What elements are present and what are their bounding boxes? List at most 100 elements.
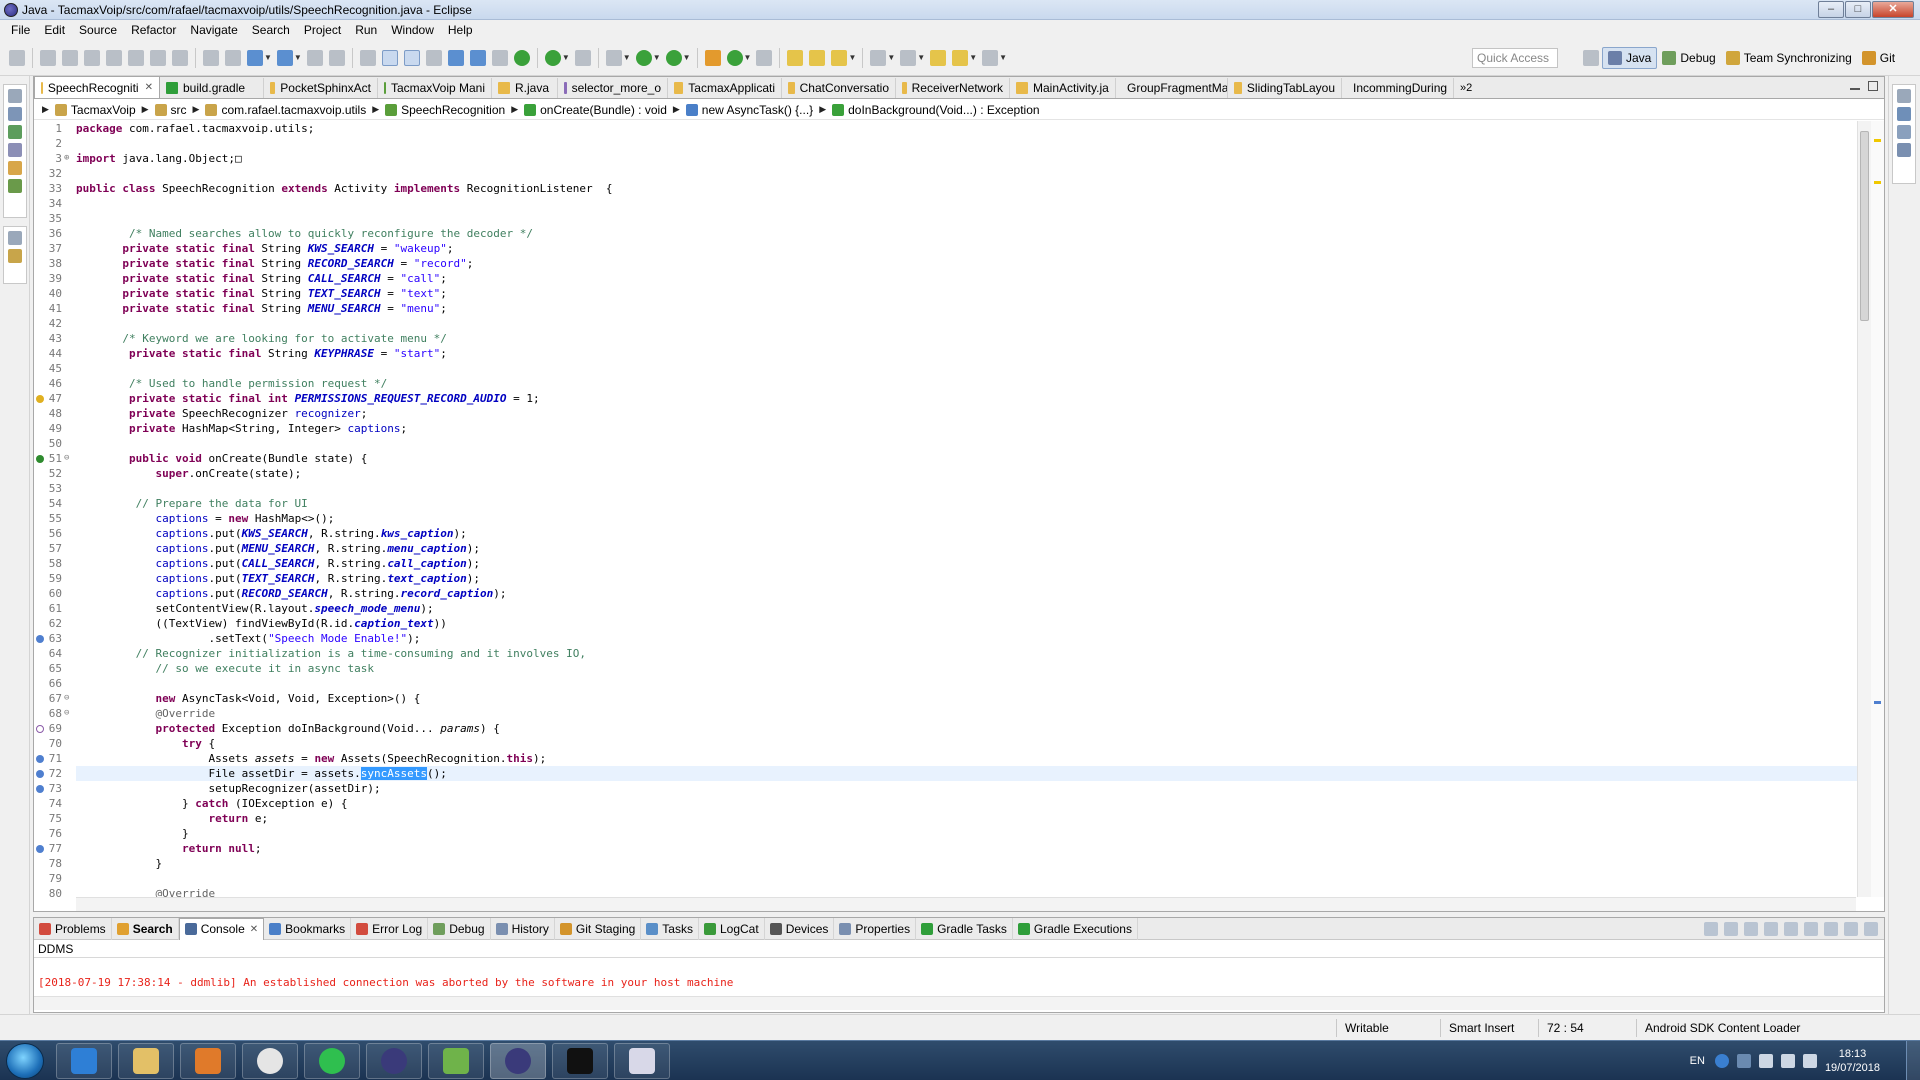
chevron-down-icon[interactable]: ▼ [848,53,856,62]
occurrence-marker-icon[interactable] [36,845,44,853]
chevron-right-icon[interactable]: ▶ [42,104,49,115]
volume-icon[interactable] [1802,1054,1817,1068]
code-line[interactable]: 53 [49,481,1884,496]
chevron-down-icon[interactable]: ▼ [623,53,631,62]
step-over-icon[interactable] [150,49,166,66]
taskbar-app[interactable] [552,1043,608,1079]
open-type-icon[interactable] [225,49,241,66]
taskbar-app[interactable] [242,1043,298,1079]
console-output[interactable]: [2018-07-19 17:38:14 - ddmlib] An establ… [38,976,733,989]
panel-tab-history[interactable]: History [491,917,555,940]
menu-window[interactable]: Window [384,23,441,37]
editor-tab[interactable]: MainActivity.ja [1010,78,1116,98]
code-line[interactable]: 63 .setText("Speech Mode Enable!"); [36,631,1884,646]
chevron-down-icon[interactable]: ▼ [653,53,661,62]
source-code[interactable]: 1 package com.rafael.tacmaxvoip.utils; 2 3 ⊕… [36,121,1884,897]
code-line[interactable]: 71 Assets assets = new Assets(SpeechReco… [36,751,1884,766]
download-icon[interactable] [491,49,508,66]
maximize-icon[interactable] [1864,922,1878,936]
code-line[interactable]: 32 [49,166,1884,181]
taskbar-app[interactable] [118,1043,174,1079]
perspective-team-synchronizing[interactable]: Team Synchronizing [1721,47,1857,69]
code-line[interactable]: 67 ⊖ new AsyncTask<Void, Void, Exception>… [49,691,1884,706]
show-desktop-button[interactable] [1906,1041,1920,1080]
minimize-icon[interactable] [1844,922,1858,936]
scroll-lock-icon[interactable] [1724,922,1738,936]
code-line[interactable]: 3 ⊕ import java.lang.Object;□ [55,151,1884,166]
breadcrumb-item[interactable]: onCreate(Bundle) : void [524,103,667,117]
chevron-down-icon[interactable]: ▼ [562,53,570,62]
save-all-icon[interactable] [328,49,345,66]
code-line[interactable]: 51 ⊖ public void onCreate(Bundle state) { [36,451,1884,466]
panel-tab-devices[interactable]: Devices [765,917,835,940]
code-line[interactable]: 76 } [49,826,1884,841]
editor-tab[interactable]: ReceiverNetwork [896,78,1010,98]
taskbar-app[interactable] [180,1043,236,1079]
code-line[interactable]: 68 ⊖ @Override [49,706,1884,721]
code-line[interactable]: 52 super.onCreate(state); [49,466,1884,481]
chevron-down-icon[interactable]: ▼ [999,53,1007,62]
editor-vertical-scrollbar[interactable] [1857,121,1871,897]
menu-navigate[interactable]: Navigate [183,23,244,37]
editor-tab[interactable]: PocketSphinxAct [264,78,378,98]
new-package-icon[interactable] [726,49,743,66]
code-line[interactable]: 34 [49,196,1884,211]
collapse-fold-icon[interactable]: ⊖ [64,451,69,466]
taskbar-app[interactable] [614,1043,670,1079]
code-line[interactable]: 65 // so we execute it in async task [49,661,1884,676]
menu-edit[interactable]: Edit [37,23,72,37]
minimize-button[interactable]: – [1818,1,1844,18]
restore-icon[interactable] [8,231,22,245]
collapse-fold-icon[interactable]: ⊖ [64,706,69,721]
resume-icon[interactable] [40,49,56,66]
menu-source[interactable]: Source [72,23,124,37]
chevron-down-icon[interactable]: ▼ [264,53,272,62]
occurrence-marker-icon[interactable] [36,755,44,763]
new-source-folder-icon[interactable] [756,49,773,66]
perspective-debug[interactable]: Debug [1657,47,1720,69]
open-perspective-icon[interactable] [1583,50,1599,66]
taskbar-app[interactable] [428,1043,484,1079]
collapse-fold-icon[interactable]: ⊖ [64,691,69,706]
code-line[interactable]: 44 private static final String KEYPHRASE… [49,346,1884,361]
open-console-icon[interactable] [1804,922,1818,936]
new-java-project-icon[interactable] [704,49,721,66]
code-line[interactable]: 43 /* Keyword we are looking for to acti… [49,331,1884,346]
expand-fold-icon[interactable]: ⊕ [64,151,69,166]
editor-tab[interactable]: TacmaxApplicati [668,78,782,98]
code-line[interactable]: 77 return null; [36,841,1884,856]
chevron-down-icon[interactable]: ▼ [294,53,302,62]
editor-horizontal-scrollbar[interactable] [76,897,1856,911]
status-background-task[interactable]: Android SDK Content Loader [1636,1019,1816,1037]
code-line[interactable]: 49 private HashMap<String, Integer> capt… [49,421,1884,436]
panel-tab-console[interactable]: Console ✕ [178,917,265,940]
package-explorer-icon[interactable] [8,107,22,121]
git-repositories-icon[interactable] [8,249,22,263]
code-line[interactable]: 41 private static final String MENU_SEAR… [49,301,1884,316]
tab-overflow-button[interactable]: »2 [1454,78,1478,98]
run-icon[interactable] [635,49,652,66]
code-line[interactable]: 39 private static final String CALL_SEAR… [49,271,1884,286]
code-line[interactable]: 45 [49,361,1884,376]
code-line[interactable]: 66 [49,676,1884,691]
code-line[interactable]: 69 protected Exception doInBackground(Vo… [36,721,1884,736]
editor-tab[interactable]: R.java [492,78,558,98]
code-line[interactable]: 57 captions.put(MENU_SEARCH, R.string.me… [49,541,1884,556]
previous-annotation-icon[interactable] [900,49,917,66]
chevron-right-icon[interactable]: ▶ [142,104,149,115]
network-icon[interactable] [1780,1054,1795,1068]
step-into-icon[interactable] [128,49,144,66]
occurrence-marker[interactable] [1874,701,1881,704]
new-class-icon[interactable] [276,49,293,66]
code-line[interactable]: 58 captions.put(CALL_SEARCH, R.string.ca… [49,556,1884,571]
show-whitespace-icon[interactable] [425,49,442,66]
help-icon[interactable] [1714,1054,1729,1068]
run-external-icon[interactable] [665,49,682,66]
perspective-java[interactable]: Java [1602,47,1658,69]
scroll-thumb[interactable] [1860,131,1869,321]
chevron-down-icon[interactable]: ▼ [969,53,977,62]
code-line[interactable]: 47 private static final int PERMISSIONS_… [36,391,1884,406]
toggle-mark-occurrences-icon[interactable] [381,49,398,66]
close-window-button[interactable]: ✕ [1872,1,1914,18]
breadcrumb-item[interactable]: com.rafael.tacmaxvoip.utils [205,103,366,117]
